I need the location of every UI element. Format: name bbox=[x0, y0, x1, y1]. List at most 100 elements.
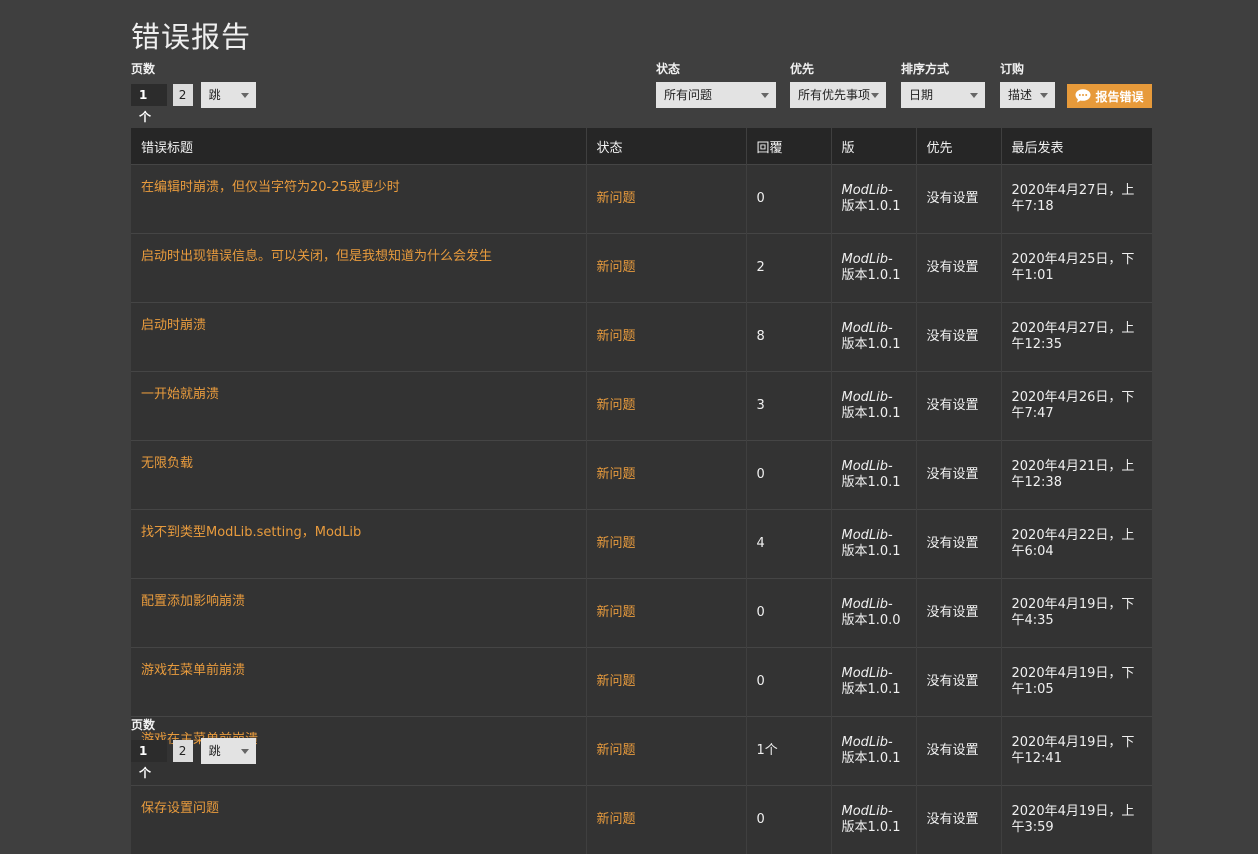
cell-version: ModLib-版本1.0.1 bbox=[831, 303, 916, 372]
sort-select-value: 日期 bbox=[909, 88, 933, 102]
cell-priority: 没有设置 bbox=[916, 579, 1001, 648]
table-row: 找不到类型ModLib.setting，ModLib新问题4ModLib-版本1… bbox=[131, 510, 1152, 579]
table-row: 启动时出现错误信息。可以关闭，但是我想知道为什么会发生新问题 2ModLib-版本… bbox=[131, 234, 1152, 303]
cell-priority: 没有设置 bbox=[916, 510, 1001, 579]
status-link[interactable]: 新问题 bbox=[597, 260, 636, 275]
chevron-down-icon bbox=[871, 93, 879, 98]
cell-version: ModLib-版本1.0.1 bbox=[831, 234, 916, 303]
priority-select[interactable]: 所有优先事项 bbox=[790, 82, 886, 108]
issue-title-link[interactable]: 找不到类型ModLib.setting，ModLib bbox=[141, 525, 361, 540]
status-link[interactable]: 新问题 bbox=[597, 536, 636, 551]
page-jump-select[interactable]: 跳 bbox=[201, 82, 256, 108]
table-header-row: 错误标题 状态 回覆 版 优先 最后发表 bbox=[131, 128, 1152, 165]
priority-select-value: 所有优先事项 bbox=[798, 88, 870, 102]
col-header-status[interactable]: 状态 bbox=[586, 128, 746, 165]
cell-version: ModLib-版本1.0.1 bbox=[831, 372, 916, 441]
version-number: 版本1.0.1 bbox=[842, 820, 910, 836]
status-link[interactable]: 新问题 bbox=[597, 467, 636, 482]
cell-last-post: 2020年4月19日，下午12:41 bbox=[1001, 717, 1152, 786]
cell-title: 保存设置问题 bbox=[131, 786, 586, 854]
col-header-priority[interactable]: 优先 bbox=[916, 128, 1001, 165]
table-row: 启动时崩溃新问题8ModLib-版本1.0.1没有设置2020年4月27日，上午… bbox=[131, 303, 1152, 372]
version-name: ModLib- bbox=[842, 597, 910, 613]
cell-status: 新问题 bbox=[586, 579, 746, 648]
col-header-replies[interactable]: 回覆 bbox=[746, 128, 831, 165]
cell-title: 无限负载 bbox=[131, 441, 586, 510]
version-name: ModLib- bbox=[842, 252, 910, 268]
cell-priority: 没有设置 bbox=[916, 717, 1001, 786]
status-link[interactable]: 新问题 bbox=[597, 605, 636, 620]
report-bug-button[interactable]: 报告错误 bbox=[1067, 84, 1152, 108]
order-select[interactable]: 描述 bbox=[1000, 82, 1055, 108]
page-2-link[interactable]: 2 bbox=[173, 84, 193, 106]
issue-title-link[interactable]: 无限负载 bbox=[141, 456, 193, 471]
cell-status: 新问题 bbox=[586, 303, 746, 372]
page-jump-label: 跳 bbox=[209, 744, 221, 758]
cell-last-post: 2020年4月22日，上午6:04 bbox=[1001, 510, 1152, 579]
chevron-down-icon bbox=[241, 749, 249, 754]
issue-title-link[interactable]: 游戏在菜单前崩溃 bbox=[141, 663, 245, 678]
status-link[interactable]: 新问题 bbox=[597, 191, 636, 206]
table-row: 保存设置问题新问题0ModLib-版本1.0.1没有设置2020年4月19日，上… bbox=[131, 786, 1152, 854]
cell-priority: 没有设置 bbox=[916, 786, 1001, 854]
page-title: 错误报告 bbox=[131, 14, 251, 56]
issue-title-link[interactable]: 启动时崩溃 bbox=[141, 318, 206, 333]
sort-select[interactable]: 日期 bbox=[901, 82, 985, 108]
version-number: 版本1.0.1 bbox=[842, 337, 910, 353]
status-link[interactable]: 新问题 bbox=[597, 812, 636, 827]
col-header-title[interactable]: 错误标题 bbox=[131, 128, 586, 165]
cell-replies: 0 bbox=[746, 786, 831, 854]
cell-replies: 0 bbox=[746, 165, 831, 234]
cell-priority: 没有设置 bbox=[916, 372, 1001, 441]
cell-version: ModLib-版本1.0.1 bbox=[831, 441, 916, 510]
filter-priority-label: 优先 bbox=[790, 60, 814, 77]
cell-replies: 2 bbox=[746, 234, 831, 303]
version-number: 版本1.0.1 bbox=[842, 475, 910, 491]
page-jump-label: 跳 bbox=[209, 88, 221, 102]
cell-status: 新问题 bbox=[586, 372, 746, 441]
version-name: ModLib- bbox=[842, 666, 910, 682]
status-select[interactable]: 所有问题 bbox=[656, 82, 776, 108]
page-current: 1个 bbox=[131, 740, 167, 762]
cell-replies: 3 bbox=[746, 372, 831, 441]
version-number: 版本1.0.0 bbox=[842, 613, 910, 629]
version-number: 版本1.0.1 bbox=[842, 406, 910, 422]
cell-replies: 0 bbox=[746, 441, 831, 510]
filter-order-label: 订购 bbox=[1000, 60, 1024, 77]
cell-replies: 0 bbox=[746, 648, 831, 717]
cell-replies: 0 bbox=[746, 579, 831, 648]
cell-status: 新问题 bbox=[586, 786, 746, 854]
page-2-link[interactable]: 2 bbox=[173, 740, 193, 762]
issue-title-link[interactable]: 保存设置问题 bbox=[141, 801, 219, 816]
status-link[interactable]: 新问题 bbox=[597, 329, 636, 344]
col-header-last-post[interactable]: 最后发表 bbox=[1001, 128, 1152, 165]
issue-title-link[interactable]: 配置添加影响崩溃 bbox=[141, 594, 245, 609]
page-jump-select[interactable]: 跳 bbox=[201, 738, 256, 764]
chevron-down-icon bbox=[970, 93, 978, 98]
version-name: ModLib- bbox=[842, 321, 910, 337]
cell-last-post: 2020年4月27日，上午7:18 bbox=[1001, 165, 1152, 234]
pager-label: 页数 bbox=[131, 716, 155, 733]
cell-priority: 没有设置 bbox=[916, 303, 1001, 372]
table-row: 配置添加影响崩溃新问题0ModLib-版本1.0.0没有设置2020年4月19日… bbox=[131, 579, 1152, 648]
cell-replies: 4 bbox=[746, 510, 831, 579]
chevron-down-icon bbox=[1040, 93, 1048, 98]
table-row: 无限负载新问题0ModLib-版本1.0.1没有设置2020年4月21日，上午1… bbox=[131, 441, 1152, 510]
cell-title: 启动时出现错误信息。可以关闭，但是我想知道为什么会发生 bbox=[131, 234, 586, 303]
table-row: 游戏在主菜单前崩溃新问题1个ModLib-版本1.0.1没有设置2020年4月1… bbox=[131, 717, 1152, 786]
issue-title-link[interactable]: 一开始就崩溃 bbox=[141, 387, 219, 402]
version-name: ModLib- bbox=[842, 183, 910, 199]
status-link[interactable]: 新问题 bbox=[597, 398, 636, 413]
cell-replies: 8 bbox=[746, 303, 831, 372]
status-link[interactable]: 新问题 bbox=[597, 743, 636, 758]
cell-last-post: 2020年4月19日，下午1:05 bbox=[1001, 648, 1152, 717]
cell-priority: 没有设置 bbox=[916, 648, 1001, 717]
filter-status-label: 状态 bbox=[656, 60, 680, 77]
issue-title-link[interactable]: 启动时出现错误信息。可以关闭，但是我想知道为什么会发生 bbox=[141, 249, 492, 264]
col-header-version[interactable]: 版 bbox=[831, 128, 916, 165]
status-link[interactable]: 新问题 bbox=[597, 674, 636, 689]
issue-title-link[interactable]: 在编辑时崩溃，但仅当字符为20-25或更少时 bbox=[141, 180, 400, 195]
filter-sort-label: 排序方式 bbox=[901, 60, 949, 77]
cell-status: 新问题 bbox=[586, 717, 746, 786]
cell-replies: 1个 bbox=[746, 717, 831, 786]
